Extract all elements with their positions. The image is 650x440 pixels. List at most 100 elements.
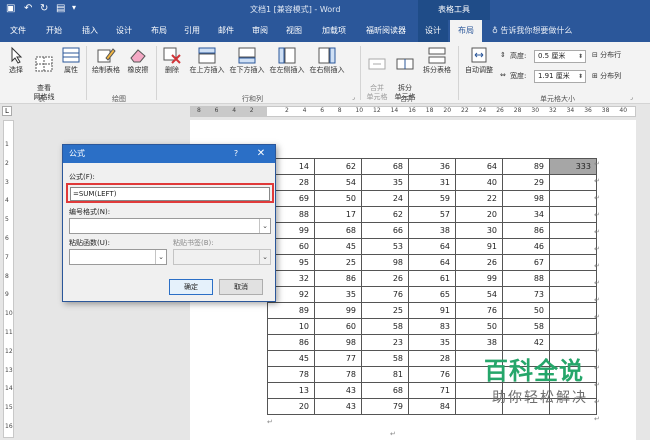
tab-file[interactable]: 文件 [4, 20, 32, 42]
insert-above-button[interactable]: 在上方插入 [188, 46, 226, 75]
table-cell[interactable]: 64 [408, 254, 456, 271]
cancel-button[interactable]: 取消 [219, 279, 263, 295]
dialog-launcher-icon[interactable]: ⌟ [352, 94, 355, 101]
table-cell[interactable]: 71 [408, 382, 456, 399]
close-button[interactable]: ✕ [253, 145, 269, 163]
spinner-arrows-icon[interactable]: ⬍ [578, 71, 583, 82]
table-cell[interactable]: 13 [267, 382, 315, 399]
tell-me-box[interactable]: ♁ 告诉我你想要做什么 [492, 20, 572, 42]
table-cell[interactable]: 38 [408, 222, 456, 239]
tab-view[interactable]: 视图 [280, 20, 308, 42]
draw-table-button[interactable]: 绘制表格 [90, 46, 122, 75]
table-cell[interactable]: 86 [502, 222, 550, 239]
number-format-select[interactable]: ⌄ [69, 218, 271, 234]
table-cell[interactable] [549, 222, 597, 239]
table-cell[interactable]: 28 [408, 350, 456, 367]
undo-icon[interactable]: ↶ [24, 3, 32, 14]
table-cell[interactable] [549, 318, 597, 335]
select-button[interactable]: 选择 [4, 46, 28, 75]
height-spinner[interactable]: 0.5 厘米 ⬍ [534, 50, 586, 63]
tab-home[interactable]: 开始 [40, 20, 68, 42]
table-cell[interactable]: 86 [267, 334, 315, 351]
table-cell[interactable]: 30 [455, 222, 503, 239]
table-cell[interactable]: 66 [361, 222, 409, 239]
table-cell[interactable]: 10 [267, 318, 315, 335]
table-cell[interactable]: 36 [408, 158, 456, 175]
chevron-down-icon[interactable]: ⌄ [259, 250, 270, 264]
table-cell[interactable] [549, 206, 597, 223]
table-cell[interactable]: 333 [549, 158, 597, 175]
tab-design[interactable]: 设计 [110, 20, 138, 42]
table-cell[interactable]: 61 [408, 270, 456, 287]
table-cell[interactable]: 62 [361, 206, 409, 223]
table-cell[interactable]: 98 [314, 334, 362, 351]
table-cell[interactable]: 59 [408, 190, 456, 207]
table-cell[interactable] [549, 302, 597, 319]
table-cell[interactable]: 98 [361, 254, 409, 271]
tab-insert[interactable]: 插入 [76, 20, 104, 42]
table-cell[interactable]: 57 [408, 206, 456, 223]
split-table-button[interactable]: 拆分表格 [420, 46, 454, 75]
table-cell[interactable]: 76 [455, 302, 503, 319]
table-cell[interactable]: 78 [314, 366, 362, 383]
table-cell[interactable]: 43 [314, 398, 362, 415]
table-cell[interactable]: 50 [455, 318, 503, 335]
table-cell[interactable]: 84 [408, 398, 456, 415]
table-cell[interactable]: 23 [361, 334, 409, 351]
distribute-rows-button[interactable]: ⊟ 分布行 [592, 51, 648, 60]
help-button[interactable]: ? [229, 145, 243, 163]
table-cell[interactable]: 78 [267, 366, 315, 383]
table-cell[interactable]: 17 [314, 206, 362, 223]
eraser-button[interactable]: 橡皮擦 [124, 46, 152, 75]
paste-bookmark-select[interactable]: ⌄ [173, 249, 271, 265]
table-cell[interactable]: 50 [502, 302, 550, 319]
merge-cells-button[interactable]: 合并 单元格 [364, 46, 390, 102]
table-cell[interactable]: 25 [361, 302, 409, 319]
tab-foxit-reader[interactable]: 福昕阅读器 [358, 20, 414, 42]
table-cell[interactable]: 60 [314, 318, 362, 335]
table-cell[interactable] [549, 174, 597, 191]
table-cell[interactable]: 26 [455, 254, 503, 271]
tab-selector[interactable]: L [2, 106, 12, 116]
table-cell[interactable]: 65 [408, 286, 456, 303]
insert-right-button[interactable]: 在右侧插入 [308, 46, 346, 75]
table-cell[interactable]: 88 [502, 270, 550, 287]
distribute-cols-button[interactable]: ⊞ 分布列 [592, 72, 648, 81]
table-cell[interactable]: 34 [502, 206, 550, 223]
table-cell[interactable]: 22 [455, 190, 503, 207]
insert-below-button[interactable]: 在下方插入 [228, 46, 266, 75]
vertical-ruler[interactable]: 1 2 3 4 5 6 7 8 9 10 11 12 13 14 15 16 [3, 120, 14, 438]
table-cell[interactable]: 76 [408, 366, 456, 383]
table-cell[interactable]: 54 [314, 174, 362, 191]
table-cell[interactable]: 81 [361, 366, 409, 383]
table-cell[interactable]: 68 [361, 382, 409, 399]
save-icon[interactable]: ▣ [6, 3, 15, 14]
dialog-launcher-icon[interactable]: ⌟ [630, 94, 633, 101]
tab-addins[interactable]: 加载项 [316, 20, 352, 42]
table-cell[interactable]: 45 [267, 350, 315, 367]
table-cell[interactable]: 68 [314, 222, 362, 239]
paste-function-select[interactable]: ⌄ [69, 249, 167, 265]
table-cell[interactable]: 58 [361, 350, 409, 367]
redo-icon[interactable]: ↻ [40, 3, 48, 14]
table-cell[interactable]: 67 [502, 254, 550, 271]
ok-button[interactable]: 确定 [169, 279, 213, 295]
table-cell[interactable]: 29 [502, 174, 550, 191]
table-cell[interactable]: 64 [455, 158, 503, 175]
table-cell[interactable]: 35 [314, 286, 362, 303]
table-cell[interactable]: 79 [361, 398, 409, 415]
chevron-down-icon[interactable]: ⌄ [259, 219, 270, 233]
table-cell[interactable]: 73 [502, 286, 550, 303]
table-cell[interactable]: 76 [361, 286, 409, 303]
tab-mailings[interactable]: 邮件 [212, 20, 240, 42]
table-cell[interactable]: 86 [314, 270, 362, 287]
tab-references[interactable]: 引用 [178, 20, 206, 42]
table-cell[interactable] [549, 238, 597, 255]
table-cell[interactable] [549, 286, 597, 303]
table-cell[interactable]: 99 [455, 270, 503, 287]
table-cell[interactable]: 54 [455, 286, 503, 303]
table-cell[interactable]: 58 [502, 318, 550, 335]
table-cell[interactable]: 58 [361, 318, 409, 335]
table-cell[interactable]: 31 [408, 174, 456, 191]
table-cell[interactable]: 62 [314, 158, 362, 175]
